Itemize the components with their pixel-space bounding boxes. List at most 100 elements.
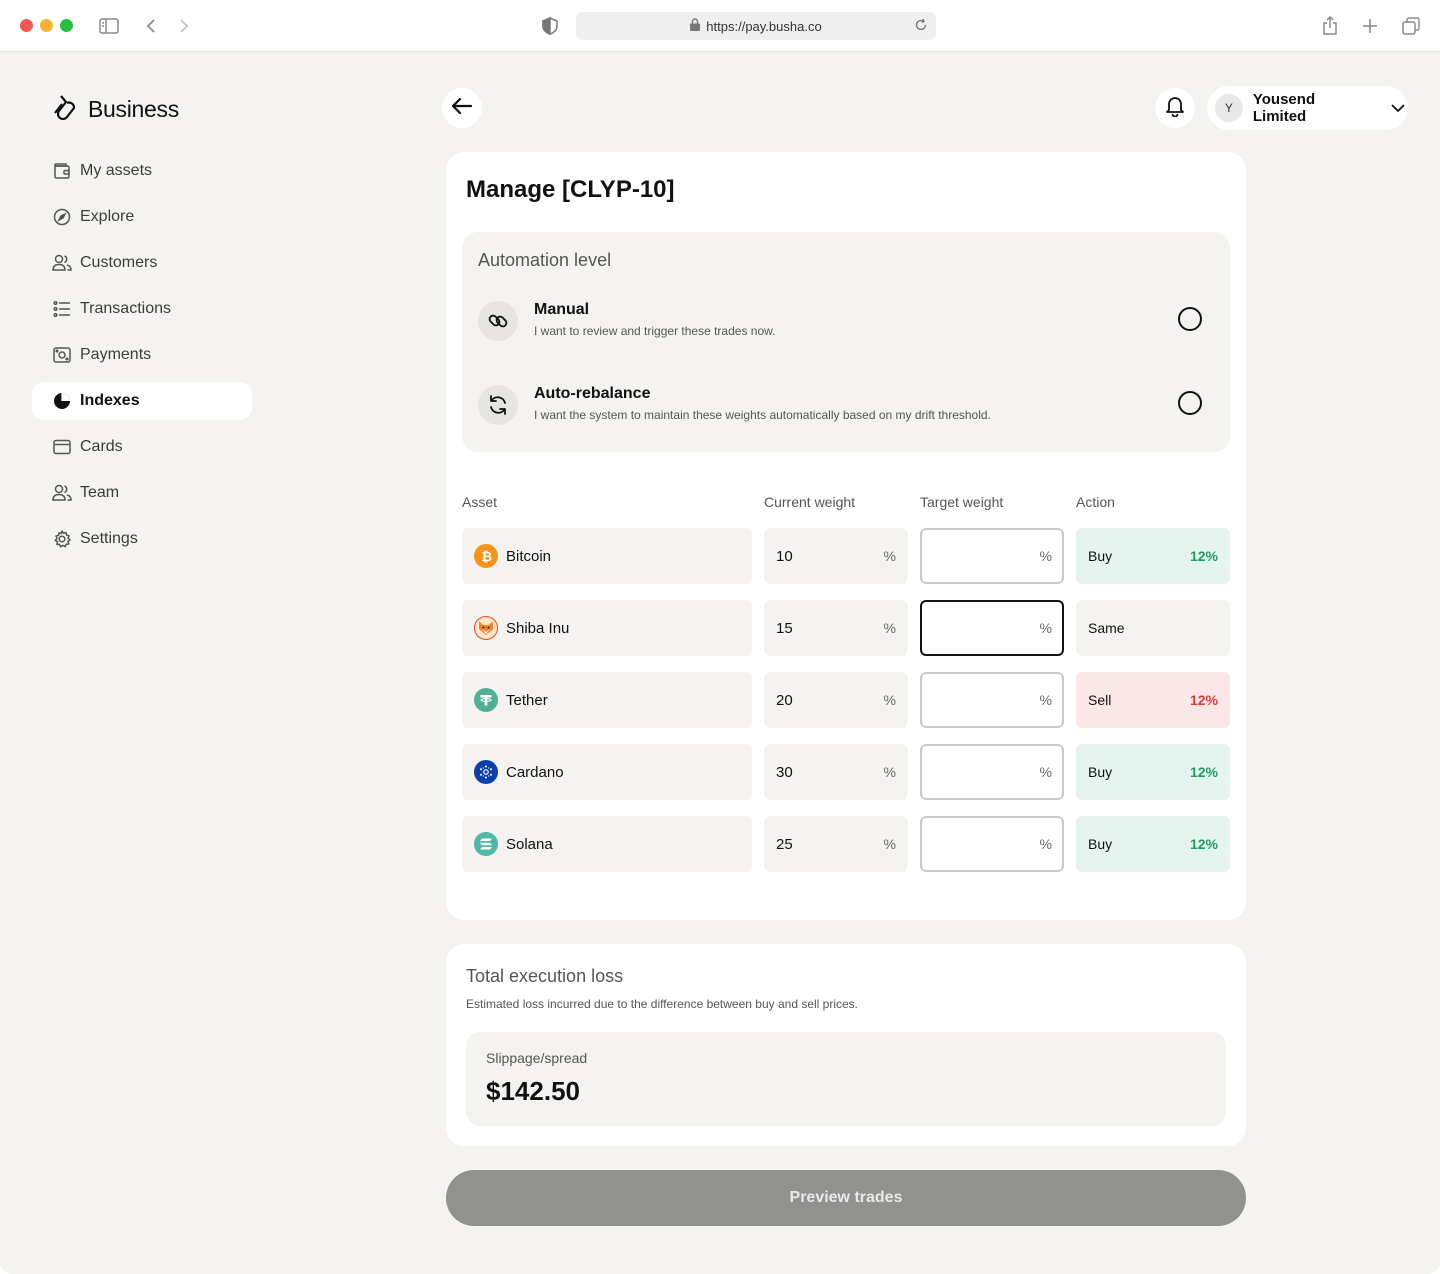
automation-option-auto-rebalance[interactable]: Auto-rebalance I want the system to main… <box>478 383 1214 427</box>
gear-icon <box>52 529 72 549</box>
current-weight-cell: 15 % <box>764 600 908 656</box>
automation-level-panel: Automation level Manual I want to review… <box>462 232 1230 452</box>
sidebar-item-settings[interactable]: Settings <box>32 520 252 558</box>
browser-window: https://pay.busha.co Business My assets … <box>0 0 1440 1274</box>
cash-icon <box>52 345 72 365</box>
table-row: Tether 20 % % Sell 12% <box>462 672 1230 728</box>
sidebar-item-my-assets[interactable]: My assets <box>32 152 252 190</box>
sidebar-item-explore[interactable]: Explore <box>32 198 252 236</box>
bell-icon <box>1165 95 1185 122</box>
target-weight-field[interactable]: % <box>920 816 1064 872</box>
action-value: 12% <box>1189 548 1218 564</box>
manual-radio[interactable] <box>1178 307 1202 331</box>
asset-cell: ₿ Bitcoin <box>462 528 752 584</box>
brand-logo[interactable]: Business <box>52 92 179 126</box>
column-header-action: Action <box>1076 494 1115 510</box>
target-weight-input[interactable] <box>932 835 1022 853</box>
current-weight-value: 30 <box>776 763 793 781</box>
reload-icon[interactable] <box>914 18 930 34</box>
lock-icon <box>690 18 701 34</box>
auto-rebalance-radio[interactable] <box>1178 391 1202 415</box>
browser-forward-icon[interactable] <box>172 14 196 38</box>
current-weight-cell: 30 % <box>764 744 908 800</box>
table-row: Cardano 30 % % Buy 12% <box>462 744 1230 800</box>
new-tab-icon[interactable] <box>1358 14 1382 38</box>
sidebar-item-label: Indexes <box>80 392 140 409</box>
slippage-value: $142.50 <box>486 1076 580 1106</box>
target-weight-input[interactable] <box>932 619 1022 637</box>
percent-symbol: % <box>1039 836 1052 852</box>
target-weight-field[interactable]: % <box>920 600 1064 656</box>
target-weight-field[interactable]: % <box>920 528 1064 584</box>
current-weight-value: 10 <box>776 547 793 565</box>
current-weight-value: 25 <box>776 835 793 853</box>
sidebar-item-transactions[interactable]: Transactions <box>32 290 252 328</box>
sidebar-item-payments[interactable]: Payments <box>32 336 252 374</box>
sidebar-item-indexes[interactable]: Indexes <box>32 382 252 420</box>
manage-index-card: Manage [CLYP-10] Automation level Manual… <box>446 152 1246 920</box>
back-button[interactable] <box>442 88 482 128</box>
url-text: https://pay.busha.co <box>706 18 822 34</box>
pie-chart-icon <box>52 391 72 411</box>
sidebar-item-cards[interactable]: Cards <box>32 428 252 466</box>
target-weight-input[interactable] <box>932 547 1022 565</box>
action-value: 12% <box>1189 764 1218 780</box>
sidebar-nav: My assets Explore Customers Transactions… <box>32 152 252 566</box>
minimize-window-button[interactable] <box>40 19 53 32</box>
address-bar[interactable]: https://pay.busha.co <box>576 12 936 40</box>
target-weight-field[interactable]: % <box>920 744 1064 800</box>
column-header-current-weight: Current weight <box>764 494 856 510</box>
sidebar-item-label: Team <box>80 484 120 501</box>
browser-back-icon[interactable] <box>139 14 163 38</box>
percent-symbol: % <box>883 548 896 564</box>
table-row: ₿ Bitcoin 10 % % Buy 12% <box>462 528 1230 584</box>
target-weight-input[interactable] <box>932 691 1022 709</box>
chevron-down-icon <box>1388 98 1408 118</box>
target-weight-field[interactable]: % <box>920 672 1064 728</box>
sidebar-item-team[interactable]: Team <box>32 474 252 512</box>
action-badge-sell: Sell 12% <box>1076 672 1230 728</box>
column-header-asset: Asset <box>462 494 498 510</box>
execution-loss-card: Total execution loss Estimated loss incu… <box>446 944 1246 1146</box>
automation-option-manual[interactable]: Manual I want to review and trigger thes… <box>478 299 1214 343</box>
link-icon <box>478 301 518 341</box>
close-window-button[interactable] <box>20 19 33 32</box>
target-weight-input[interactable] <box>932 763 1022 781</box>
solana-icon <box>474 832 498 856</box>
current-weight-value: 20 <box>776 691 793 709</box>
option-description: I want the system to maintain these weig… <box>534 408 991 422</box>
sidebar-toggle-icon[interactable] <box>97 14 121 38</box>
share-icon[interactable] <box>1318 14 1342 38</box>
sidebar-item-label: Cards <box>80 438 123 455</box>
card-icon <box>52 437 72 457</box>
notifications-button[interactable] <box>1155 88 1195 128</box>
slippage-label: Slippage/spread <box>486 1050 588 1066</box>
current-weight-cell: 25 % <box>764 816 908 872</box>
sidebar-item-label: Customers <box>80 254 158 271</box>
wallet-icon <box>52 161 72 181</box>
asset-name: Shiba Inu <box>506 619 570 637</box>
maximize-window-button[interactable] <box>60 19 73 32</box>
action-label: Same <box>1088 620 1125 636</box>
sidebar-item-customers[interactable]: Customers <box>32 244 252 282</box>
action-badge-buy: Buy 12% <box>1076 816 1230 872</box>
asset-name: Tether <box>506 691 548 709</box>
tab-overview-icon[interactable] <box>1399 14 1423 38</box>
action-badge-buy: Buy 12% <box>1076 528 1230 584</box>
account-switcher[interactable]: Y Yousend Limited <box>1207 86 1408 130</box>
option-title: Manual <box>534 301 590 318</box>
privacy-shield-icon[interactable] <box>538 14 562 38</box>
automation-level-title: Automation level <box>478 250 612 270</box>
asset-cell: Tether <box>462 672 752 728</box>
percent-symbol: % <box>883 692 896 708</box>
percent-symbol: % <box>1039 620 1052 636</box>
team-icon <box>52 483 72 503</box>
action-badge-buy: Buy 12% <box>1076 744 1230 800</box>
percent-symbol: % <box>1039 548 1052 564</box>
asset-name: Bitcoin <box>506 547 552 565</box>
asset-cell: Cardano <box>462 744 752 800</box>
percent-symbol: % <box>1039 692 1052 708</box>
asset-cell: Solana <box>462 816 752 872</box>
current-weight-cell: 10 % <box>764 528 908 584</box>
preview-trades-button[interactable]: Preview trades <box>446 1170 1246 1226</box>
